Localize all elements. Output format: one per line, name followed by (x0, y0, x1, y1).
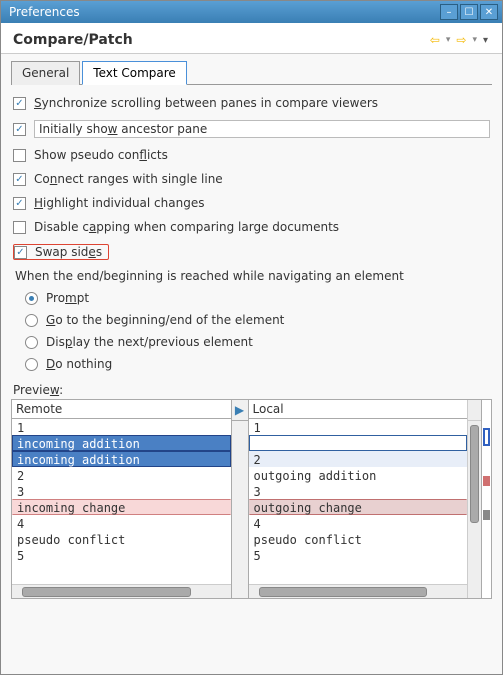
radio-goto[interactable]: Go to the beginning/end of the element (25, 309, 492, 331)
opt-swap-sides[interactable]: Swap sides (13, 244, 109, 260)
history-nav: ⇦ ▾ ⇨ ▾ ▾ (428, 31, 490, 49)
close-button[interactable]: ✕ (480, 4, 498, 20)
v-scroll-thumb[interactable] (470, 425, 479, 523)
diff-line: 3 (12, 483, 231, 499)
radio-icon[interactable] (25, 292, 38, 305)
diff-line-incoming-change: incoming change (12, 499, 231, 515)
tab-label: General (22, 66, 69, 80)
tab-general[interactable]: General (11, 61, 80, 85)
overview-mark-conflict[interactable] (483, 510, 490, 520)
preview-left-pane: Remote 1 incoming addition incoming addi… (12, 400, 231, 598)
v-scrollbar[interactable] (467, 400, 481, 598)
window-titlebar: Preferences – ☐ ✕ (1, 1, 502, 23)
opt-connect-ranges[interactable]: Connect ranges with single line (11, 169, 492, 189)
preview-left-body[interactable]: 1 incoming addition incoming addition 2 … (12, 419, 231, 584)
opt-label: Swap sides (35, 245, 102, 259)
opt-sync-scrolling[interactable]: Synchronize scrolling between panes in c… (11, 93, 492, 113)
diff-line: 1 (12, 419, 231, 435)
checkbox-icon[interactable] (13, 97, 26, 110)
diff-line: 5 (249, 547, 468, 563)
diff-line: 5 (12, 547, 231, 563)
checkbox-icon[interactable] (14, 246, 27, 259)
opt-label: Connect ranges with single line (34, 172, 223, 186)
radio-icon[interactable] (25, 358, 38, 371)
radio-label: Go to the beginning/end of the element (46, 313, 284, 327)
page-header: Compare/Patch ⇦ ▾ ⇨ ▾ ▾ (1, 23, 502, 54)
forward-button[interactable]: ⇨ (454, 31, 468, 49)
diff-line: 4 (249, 515, 468, 531)
diff-line-incoming-add: incoming addition (12, 435, 231, 451)
maximize-button[interactable]: ☐ (460, 4, 478, 20)
preview-right-body[interactable]: 1 2 outgoing addition 3 outgoing change … (249, 419, 468, 584)
opt-pseudo-conflicts[interactable]: Show pseudo conflicts (11, 145, 492, 165)
diff-line: 2 (249, 451, 468, 467)
radio-prompt[interactable]: Prompt (25, 287, 492, 309)
preview-right-pane: Local 1 2 outgoing addition 3 outgoing c… (249, 400, 468, 598)
opt-highlight-changes[interactable]: Highlight individual changes (11, 193, 492, 213)
tabs: General Text Compare (11, 60, 492, 85)
preview-label: Preview: (13, 383, 492, 397)
diff-gutter: ▶ (231, 400, 249, 598)
opt-label: Initially show ancestor pane (34, 120, 490, 138)
content-area: General Text Compare Synchronize scrolli… (1, 54, 502, 599)
tab-label: Text Compare (93, 66, 176, 80)
diff-line: 2 (12, 467, 231, 483)
radio-label: Display the next/previous element (46, 335, 253, 349)
checkbox-icon[interactable] (13, 197, 26, 210)
diff-line: 4 (12, 515, 231, 531)
preview-right-title: Local (249, 400, 468, 419)
diff-line: pseudo conflict (249, 531, 468, 547)
diff-line-incoming-add: incoming addition (12, 451, 231, 467)
opt-label: Show pseudo conflicts (34, 148, 168, 162)
preview-compare-viewer: Remote 1 incoming addition incoming addi… (11, 399, 492, 599)
diff-line: 1 (249, 419, 468, 435)
overview-mark-change[interactable] (483, 476, 490, 486)
diff-line-outgoing-change: outgoing change (249, 499, 468, 515)
preview-left-title: Remote (12, 400, 231, 419)
opt-disable-capping[interactable]: Disable capping when comparing large doc… (11, 217, 492, 237)
h-scrollbar[interactable] (12, 584, 231, 598)
opt-label: Synchronize scrolling between panes in c… (34, 96, 378, 110)
checkbox-icon[interactable] (13, 173, 26, 186)
minimize-button[interactable]: – (440, 4, 458, 20)
checkbox-icon[interactable] (13, 221, 26, 234)
page-title: Compare/Patch (13, 32, 428, 48)
radio-label: Do nothing (46, 357, 112, 371)
overview-mark-add[interactable] (483, 428, 490, 446)
radio-display[interactable]: Display the next/previous element (25, 331, 492, 353)
tab-text-compare[interactable]: Text Compare (82, 61, 187, 85)
opt-label: Disable capping when comparing large doc… (34, 220, 339, 234)
radio-label: Prompt (46, 291, 89, 305)
overview-ruler[interactable] (481, 400, 491, 598)
radio-nothing[interactable]: Do nothing (25, 353, 492, 375)
window-title: Preferences (5, 5, 440, 19)
window-controls: – ☐ ✕ (440, 4, 498, 20)
h-scrollbar[interactable] (249, 584, 468, 598)
checkbox-icon[interactable] (13, 123, 26, 136)
diff-line: 3 (249, 483, 468, 499)
checkbox-icon[interactable] (13, 149, 26, 162)
diff-line-outgoing-add: outgoing addition (249, 467, 468, 483)
back-history-dropdown[interactable]: ▾ (444, 33, 453, 47)
radio-icon[interactable] (25, 314, 38, 327)
copy-diff-icon[interactable]: ▶ (232, 400, 248, 421)
nav-group-label: When the end/beginning is reached while … (15, 269, 492, 283)
radio-icon[interactable] (25, 336, 38, 349)
back-button[interactable]: ⇦ (428, 31, 442, 49)
opt-label: Highlight individual changes (34, 196, 204, 210)
opt-show-ancestor[interactable]: Initially show ancestor pane (11, 117, 492, 141)
forward-history-dropdown[interactable]: ▾ (470, 33, 479, 47)
opt-swap-sides-row: Swap sides (11, 241, 492, 263)
nav-radio-group: Prompt Go to the beginning/end of the el… (11, 287, 492, 375)
diff-line-add-gap (249, 435, 468, 451)
diff-line: pseudo conflict (12, 531, 231, 547)
view-menu-dropdown[interactable]: ▾ (481, 33, 490, 48)
